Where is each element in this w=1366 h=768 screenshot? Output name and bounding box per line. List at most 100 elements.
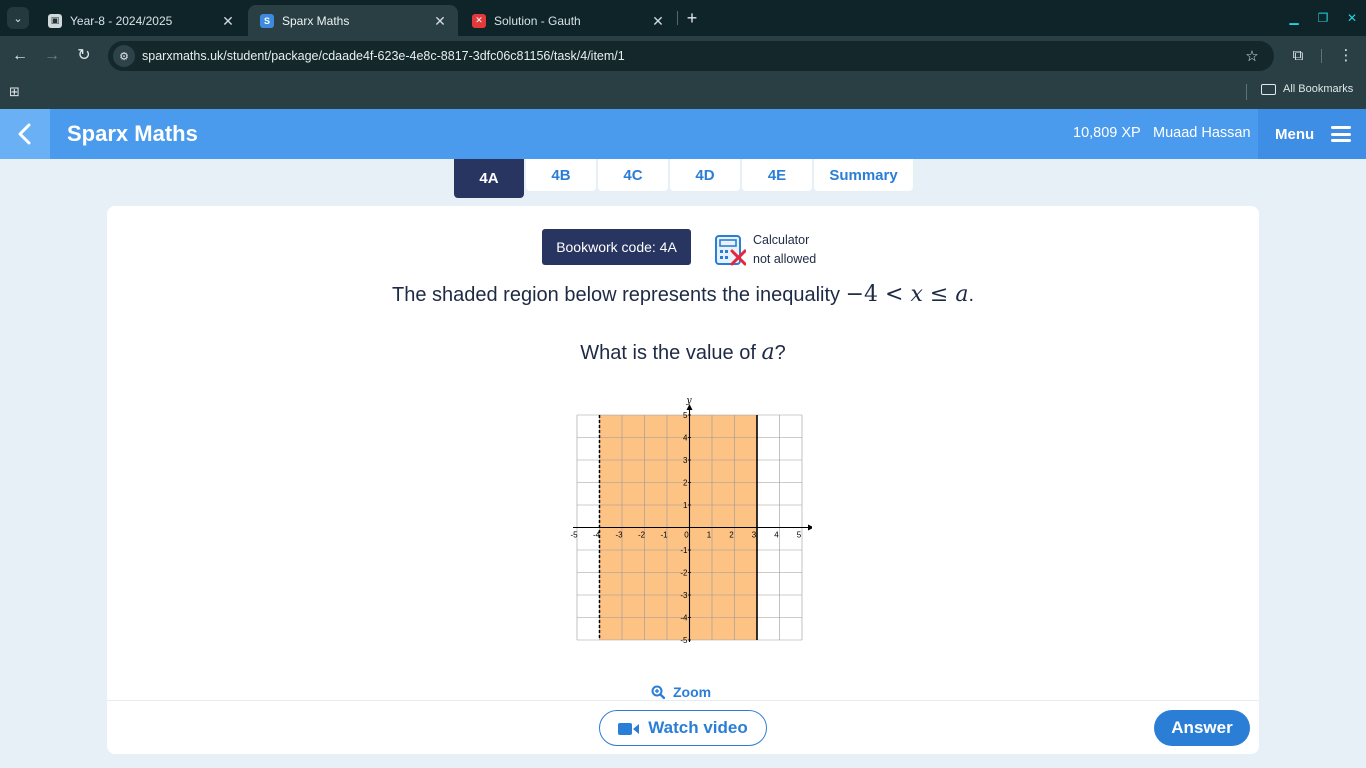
menu-button[interactable]: Menu bbox=[1258, 109, 1366, 159]
address-bar[interactable]: ⚙ sparxmaths.uk/student/package/cdaade4f… bbox=[108, 41, 1274, 71]
y-tick-label: 4 bbox=[683, 434, 688, 443]
menu-label: Menu bbox=[1275, 125, 1315, 143]
y-tick-label: 5 bbox=[683, 411, 688, 420]
extensions-puzzle-icon[interactable]: ⧉ bbox=[1287, 45, 1309, 67]
zoom-label: Zoom bbox=[673, 684, 712, 700]
y-axis-label: y bbox=[686, 398, 693, 406]
inequality-variable: x bbox=[910, 282, 923, 307]
inequality-expression: −4 < x ≤ a bbox=[846, 282, 969, 307]
tab-separator bbox=[677, 11, 678, 25]
tab-title: Sparx Maths bbox=[282, 13, 350, 28]
folder-icon bbox=[1261, 83, 1276, 95]
prompt-text-end: ? bbox=[774, 342, 786, 364]
x-tick-label: -4 bbox=[593, 531, 601, 540]
bookmarks-bar: ⊞ All Bookmarks bbox=[0, 76, 1366, 109]
inequality-graph: -5-4-3-2-101234554321-1-2-3-4-5xy bbox=[570, 398, 812, 645]
calculator-label: Calculator bbox=[753, 233, 810, 247]
prompt-text-start: What is the value of bbox=[580, 342, 762, 364]
calculator-status: Calculator not allowed bbox=[714, 231, 816, 269]
back-button[interactable] bbox=[0, 109, 50, 159]
prompt-variable: a bbox=[761, 340, 775, 365]
zoom-button[interactable]: Zoom bbox=[651, 684, 711, 700]
y-tick-label: -2 bbox=[680, 569, 688, 578]
task-tab-4a[interactable]: 4A bbox=[454, 159, 524, 198]
chevron-left-icon bbox=[18, 123, 31, 145]
y-tick-label: 3 bbox=[683, 456, 688, 465]
forward-arrow-icon[interactable]: → bbox=[41, 45, 63, 67]
bookmarks-divider bbox=[1246, 84, 1247, 100]
url-text[interactable]: sparxmaths.uk/student/package/cdaade4f-6… bbox=[142, 49, 1242, 63]
site-info-icon[interactable]: ⚙ bbox=[113, 45, 135, 67]
y-tick-label: -1 bbox=[680, 546, 688, 555]
question-text: The shaded region below represents the i… bbox=[107, 282, 1259, 307]
minimize-icon[interactable]: ▁ bbox=[1284, 8, 1304, 28]
tab-search-chevron-icon[interactable]: ⌄ bbox=[7, 7, 29, 29]
task-tab-summary[interactable]: Summary bbox=[814, 159, 913, 191]
y-tick-label: -3 bbox=[680, 591, 688, 600]
question-text-start: The shaded region below represents the i… bbox=[391, 284, 846, 306]
watch-video-button[interactable]: Watch video bbox=[599, 710, 767, 746]
sparx-header: Sparx Maths 10,809 XP Muaad Hassan Menu bbox=[0, 109, 1366, 159]
task-tab-4c[interactable]: 4C bbox=[598, 159, 668, 191]
y-tick-label: 2 bbox=[683, 479, 688, 488]
gauth-icon: ✕ bbox=[472, 13, 486, 28]
question-text-end: . bbox=[968, 284, 974, 306]
close-window-icon[interactable]: ✕ bbox=[1342, 8, 1362, 28]
hamburger-icon bbox=[1331, 126, 1352, 142]
user-name: Muaad Hassan bbox=[1153, 125, 1251, 141]
x-axis-arrow bbox=[808, 524, 812, 531]
y-tick-label: 1 bbox=[683, 501, 688, 510]
task-tab-4d[interactable]: 4D bbox=[670, 159, 740, 191]
x-tick-label: -2 bbox=[638, 531, 646, 540]
new-tab-plus-icon[interactable]: + bbox=[683, 9, 701, 27]
inequality-operator: ≤ bbox=[922, 282, 956, 307]
apps-grid-icon[interactable]: ⊞ bbox=[9, 84, 25, 100]
x-tick-label: -5 bbox=[570, 531, 578, 540]
restore-icon[interactable]: ❐ bbox=[1313, 8, 1333, 28]
reload-icon[interactable]: ↻ bbox=[73, 45, 95, 67]
x-tick-label: 1 bbox=[707, 531, 712, 540]
y-tick-label: -5 bbox=[680, 636, 688, 645]
inequality-rhs: a bbox=[955, 282, 969, 307]
x-tick-label: 5 bbox=[797, 531, 802, 540]
task-tab-4b[interactable]: 4B bbox=[526, 159, 596, 191]
watch-video-label: Watch video bbox=[648, 718, 748, 737]
more-menu-icon[interactable]: ⋮ bbox=[1335, 45, 1357, 67]
browser-tab-bar: ⌄ ▣ Year-8 - 2024/2025 ✕ S Sparx Maths ✕… bbox=[0, 0, 1366, 36]
calculator-status-label: not allowed bbox=[753, 252, 817, 266]
browser-tab-sparx[interactable]: S Sparx Maths ✕ bbox=[248, 5, 458, 36]
toolbar-divider bbox=[1321, 49, 1322, 63]
x-tick-label: 0 bbox=[684, 531, 689, 540]
classroom-icon: ▣ bbox=[48, 13, 62, 28]
sparx-icon: S bbox=[260, 13, 274, 28]
all-bookmarks-button[interactable]: All Bookmarks bbox=[1261, 83, 1353, 95]
xp-count: 10,809 XP bbox=[1073, 125, 1141, 141]
question-prompt: What is the value of a? bbox=[107, 340, 1259, 365]
browser-tab-gauth[interactable]: ✕ Solution - Gauth ✕ bbox=[460, 5, 676, 36]
bookwork-code-badge: Bookwork code: 4A bbox=[542, 229, 691, 265]
card-divider bbox=[107, 700, 1259, 701]
y-tick-label: -4 bbox=[680, 614, 688, 623]
task-tab-4e[interactable]: 4E bbox=[742, 159, 812, 191]
bookmark-star-icon[interactable]: ☆ bbox=[1242, 47, 1262, 65]
sparx-logo-title[interactable]: Sparx Maths bbox=[67, 121, 198, 147]
close-tab-icon[interactable]: ✕ bbox=[220, 13, 236, 29]
calculator-not-allowed-icon bbox=[714, 234, 747, 266]
x-tick-label: 4 bbox=[774, 531, 779, 540]
back-arrow-icon[interactable]: ← bbox=[9, 45, 31, 67]
question-card: Bookwork code: 4A Calculator not allowed… bbox=[107, 206, 1259, 754]
x-tick-label: 2 bbox=[729, 531, 734, 540]
video-camera-icon bbox=[618, 721, 640, 735]
close-tab-icon[interactable]: ✕ bbox=[432, 13, 448, 29]
tab-title: Year-8 - 2024/2025 bbox=[70, 13, 173, 28]
browser-tab-year8[interactable]: ▣ Year-8 - 2024/2025 ✕ bbox=[36, 5, 246, 36]
zoom-magnifier-icon bbox=[651, 685, 666, 700]
answer-button[interactable]: Answer bbox=[1154, 710, 1250, 746]
browser-toolbar: ← → ↻ ⚙ sparxmaths.uk/student/package/cd… bbox=[0, 36, 1366, 76]
close-tab-icon[interactable]: ✕ bbox=[650, 13, 666, 29]
tab-title: Solution - Gauth bbox=[494, 13, 581, 28]
x-tick-label: 3 bbox=[752, 531, 757, 540]
all-bookmarks-label: All Bookmarks bbox=[1283, 83, 1354, 95]
x-tick-label: -3 bbox=[615, 531, 623, 540]
x-tick-label: -1 bbox=[660, 531, 668, 540]
